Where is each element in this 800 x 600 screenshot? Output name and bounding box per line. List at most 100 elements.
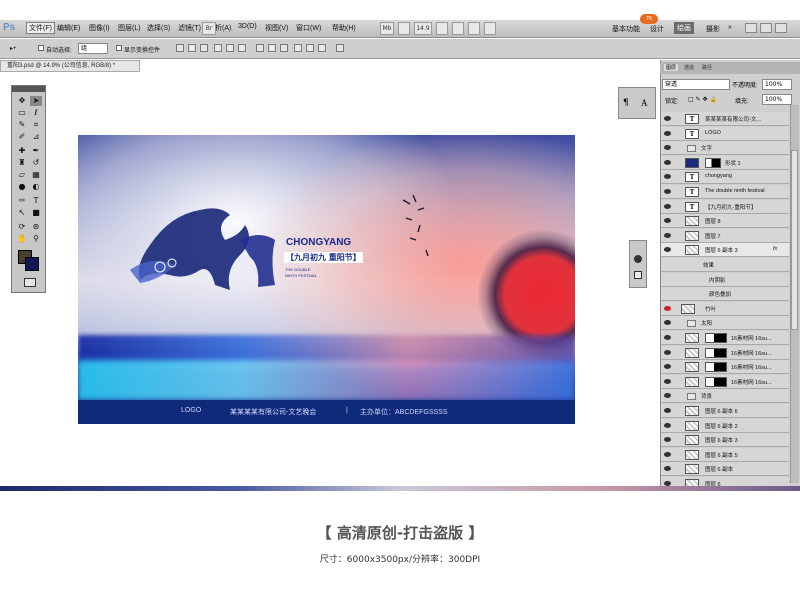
auto-align-icon[interactable]: [336, 44, 344, 52]
visibility-eye-icon[interactable]: [664, 174, 671, 180]
gradient-tool-icon[interactable]: ▦: [30, 170, 42, 180]
mask-panel-icon[interactable]: [634, 271, 642, 279]
3d-rotate-icon[interactable]: ⟳: [16, 222, 28, 232]
visibility-eye-icon[interactable]: [664, 451, 671, 457]
marquee-tool-icon[interactable]: ▭: [16, 108, 28, 118]
layer-row[interactable]: 图层 6 副本 3: [661, 433, 789, 448]
lock-icons[interactable]: □ ✎ ✥ 🔒: [688, 96, 717, 103]
layer-row[interactable]: Tchongyang: [661, 170, 789, 185]
layer-row[interactable]: 16素材网 16su...: [661, 374, 789, 389]
quick-select-tool-icon[interactable]: ✎: [16, 120, 28, 130]
layer-row[interactable]: 图层 6 副本 3 fx: [661, 243, 789, 258]
fill-input[interactable]: 100%: [762, 94, 792, 105]
path-select-icon[interactable]: ↖: [16, 208, 28, 218]
background-color-swatch[interactable]: [25, 257, 39, 271]
type-tool-icon[interactable]: T: [30, 196, 42, 206]
zoom-level-dropdown[interactable]: 14.9: [414, 22, 432, 35]
align-hcenter-icon[interactable]: [226, 44, 234, 52]
tab-paths[interactable]: 路径: [702, 64, 712, 71]
distribute-hcenter-icon[interactable]: [306, 44, 314, 52]
layer-row[interactable]: T LOGO: [661, 126, 789, 141]
menu-item[interactable]: 帮助(H): [332, 23, 356, 33]
brush-tool-icon[interactable]: ✒: [30, 146, 42, 156]
auto-select-checkbox[interactable]: [38, 45, 44, 51]
selection-tool-icon[interactable]: ➤: [30, 96, 42, 106]
distribute-right-icon[interactable]: [318, 44, 326, 52]
fx-badge[interactable]: fx: [773, 246, 777, 252]
visibility-eye-icon[interactable]: [664, 437, 671, 443]
tab-layers[interactable]: 图层: [664, 64, 679, 71]
healing-brush-icon[interactable]: ✚: [16, 146, 28, 156]
layer-row[interactable]: 图层 6 副本 6: [661, 404, 789, 418]
visibility-eye-icon[interactable]: [664, 116, 671, 121]
auto-select-dropdown[interactable]: 组: [78, 43, 108, 54]
visibility-eye-icon[interactable]: [664, 159, 671, 165]
move-tool-icon[interactable]: ✥: [16, 96, 28, 106]
opacity-input[interactable]: 100%: [762, 79, 792, 90]
rotate-view-button[interactable]: [452, 22, 464, 35]
align-right-icon[interactable]: [238, 44, 246, 52]
screen-mode-button[interactable]: [484, 22, 496, 35]
quick-mask-icon[interactable]: [24, 278, 36, 287]
shape-tool-icon[interactable]: ■: [30, 208, 42, 218]
layer-row[interactable]: 16素材网 16su...: [661, 360, 789, 375]
align-top-icon[interactable]: [176, 44, 184, 52]
workspace-painting[interactable]: 绘画: [674, 22, 694, 34]
eyedropper-tool-icon[interactable]: ✐: [16, 132, 28, 142]
align-left-icon[interactable]: [214, 44, 222, 52]
distribute-left-icon[interactable]: [294, 44, 302, 52]
layer-row[interactable]: T 【九月初九-重阳节】: [661, 199, 789, 214]
visibility-eye-icon[interactable]: [664, 145, 671, 151]
layer-group-row[interactable]: 太阳: [661, 316, 789, 331]
visibility-eye-icon[interactable]: [664, 349, 671, 355]
visibility-eye-icon[interactable]: [664, 305, 671, 311]
hand-tool-button[interactable]: [436, 22, 448, 35]
layer-row[interactable]: 形状 1: [661, 155, 789, 170]
bridge-button[interactable]: Br: [202, 22, 216, 35]
visibility-eye-icon[interactable]: [664, 218, 671, 224]
canvas[interactable]: CHONGYANG 【九月初九 重阳节】 THE DOUBLE NINTH FE…: [78, 135, 575, 424]
visibility-eye-icon[interactable]: [664, 247, 671, 253]
workspace-photography[interactable]: 摄影: [706, 24, 720, 34]
layer-row[interactable]: T 某某某某有限公司-文...: [661, 112, 789, 126]
minimize-icon[interactable]: [745, 23, 757, 33]
close-icon[interactable]: [775, 23, 787, 33]
workspace-design[interactable]: 设计: [650, 24, 664, 34]
view-extras-button[interactable]: [398, 22, 410, 35]
layer-row[interactable]: 效果: [661, 258, 789, 272]
layer-row[interactable]: 竹叶: [661, 301, 789, 316]
restore-icon[interactable]: [760, 23, 772, 33]
layer-row[interactable]: 图层 6 副本: [661, 462, 789, 477]
menu-item[interactable]: 窗口(W): [296, 23, 321, 33]
visibility-eye-icon[interactable]: [664, 422, 671, 428]
layer-group-row[interactable]: 文字: [661, 141, 789, 156]
visibility-eye-icon[interactable]: [664, 335, 671, 340]
menu-item[interactable]: 文件(F): [26, 22, 55, 34]
visibility-eye-icon[interactable]: [664, 393, 671, 399]
visibility-eye-icon[interactable]: [664, 378, 671, 384]
menu-item[interactable]: 选择(S): [147, 23, 170, 33]
distribute-bottom-icon[interactable]: [280, 44, 288, 52]
layer-row[interactable]: 图层 6 副本 2: [661, 418, 789, 433]
menu-item[interactable]: 编辑(E): [57, 23, 80, 33]
clone-stamp-icon[interactable]: ♜: [16, 158, 28, 168]
history-brush-icon[interactable]: ↺: [30, 158, 42, 168]
visibility-eye-icon[interactable]: [664, 130, 671, 136]
visibility-eye-icon[interactable]: [664, 232, 671, 238]
workspace-basic[interactable]: 基本功能: [612, 24, 640, 34]
distribute-top-icon[interactable]: [256, 44, 264, 52]
align-bottom-icon[interactable]: [200, 44, 208, 52]
layer-row[interactable]: T The double ninth festival: [661, 185, 789, 199]
lasso-tool-icon[interactable]: ℓ: [30, 108, 42, 118]
document-tab[interactable]: 重阳3.psd @ 14.9% (公司信息, RGB/8) *: [0, 60, 140, 72]
menu-item[interactable]: 3D(D): [238, 23, 257, 30]
distribute-vcenter-icon[interactable]: [268, 44, 276, 52]
layers-scrollbar-thumb[interactable]: [791, 150, 798, 330]
visibility-eye-icon[interactable]: [664, 189, 671, 194]
ruler-tool-icon[interactable]: ⊿: [30, 132, 42, 142]
adjust-icon[interactable]: [634, 255, 642, 263]
workspace-more[interactable]: »: [728, 24, 732, 31]
move-tool-icon[interactable]: ▸+: [10, 45, 17, 52]
visibility-eye-icon[interactable]: [664, 203, 671, 209]
blur-tool-icon[interactable]: ●: [16, 182, 28, 192]
